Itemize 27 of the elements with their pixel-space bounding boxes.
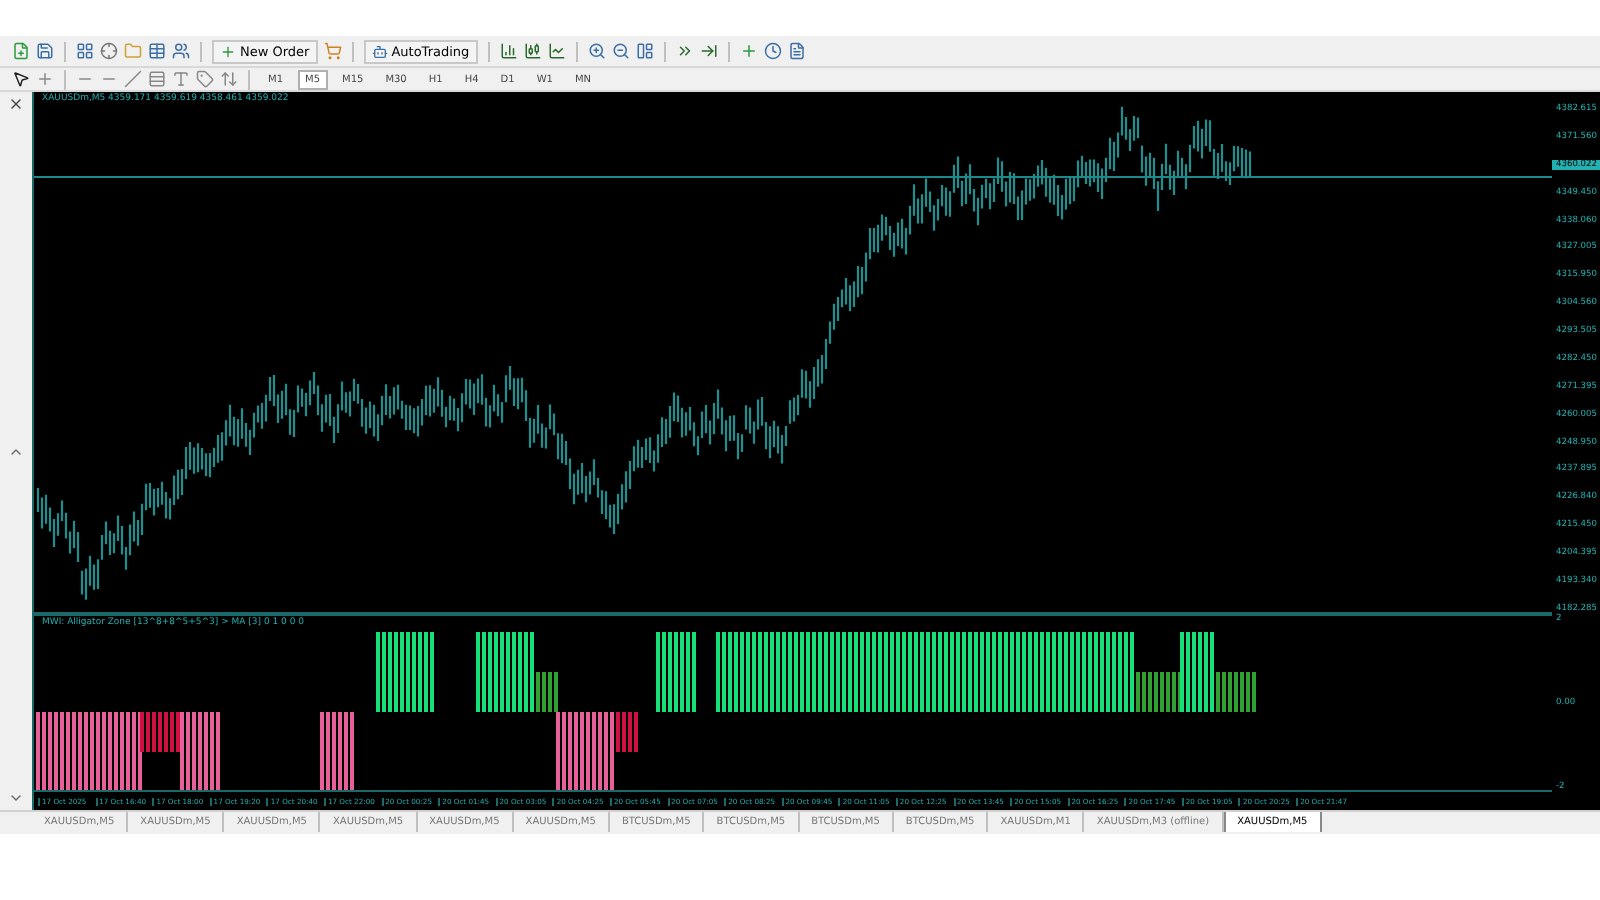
zoom-in-icon[interactable] [587,42,606,60]
indicators-icon[interactable] [739,42,758,60]
data-window-icon[interactable] [148,42,166,60]
cart-icon[interactable] [323,42,342,60]
robot-icon [371,43,388,59]
trend-line-icon[interactable] [124,70,142,88]
label-icon[interactable] [196,70,214,88]
people-icon[interactable] [172,42,190,60]
arrows-icon[interactable] [220,70,238,88]
autoscroll-icon[interactable] [675,42,694,60]
new-chart-icon[interactable] [12,42,30,60]
clock-icon[interactable] [763,42,782,60]
line-chart-icon[interactable] [547,42,566,60]
text-icon[interactable] [172,70,190,88]
market-watch-icon[interactable] [76,42,94,60]
chart-shift-icon[interactable] [699,42,718,60]
close-icon[interactable] [8,96,24,112]
candlestick-icon[interactable] [523,42,542,60]
save-icon[interactable] [36,42,54,60]
zoom-out-icon[interactable] [611,42,630,60]
cursor-icon[interactable] [12,70,30,88]
template-icon[interactable] [787,42,806,60]
bar-chart-icon[interactable] [499,42,518,60]
crosshair-icon[interactable] [100,42,118,60]
tile-windows-icon[interactable] [635,42,654,60]
scroll-down-icon[interactable] [8,790,24,806]
plus-icon [220,43,236,59]
